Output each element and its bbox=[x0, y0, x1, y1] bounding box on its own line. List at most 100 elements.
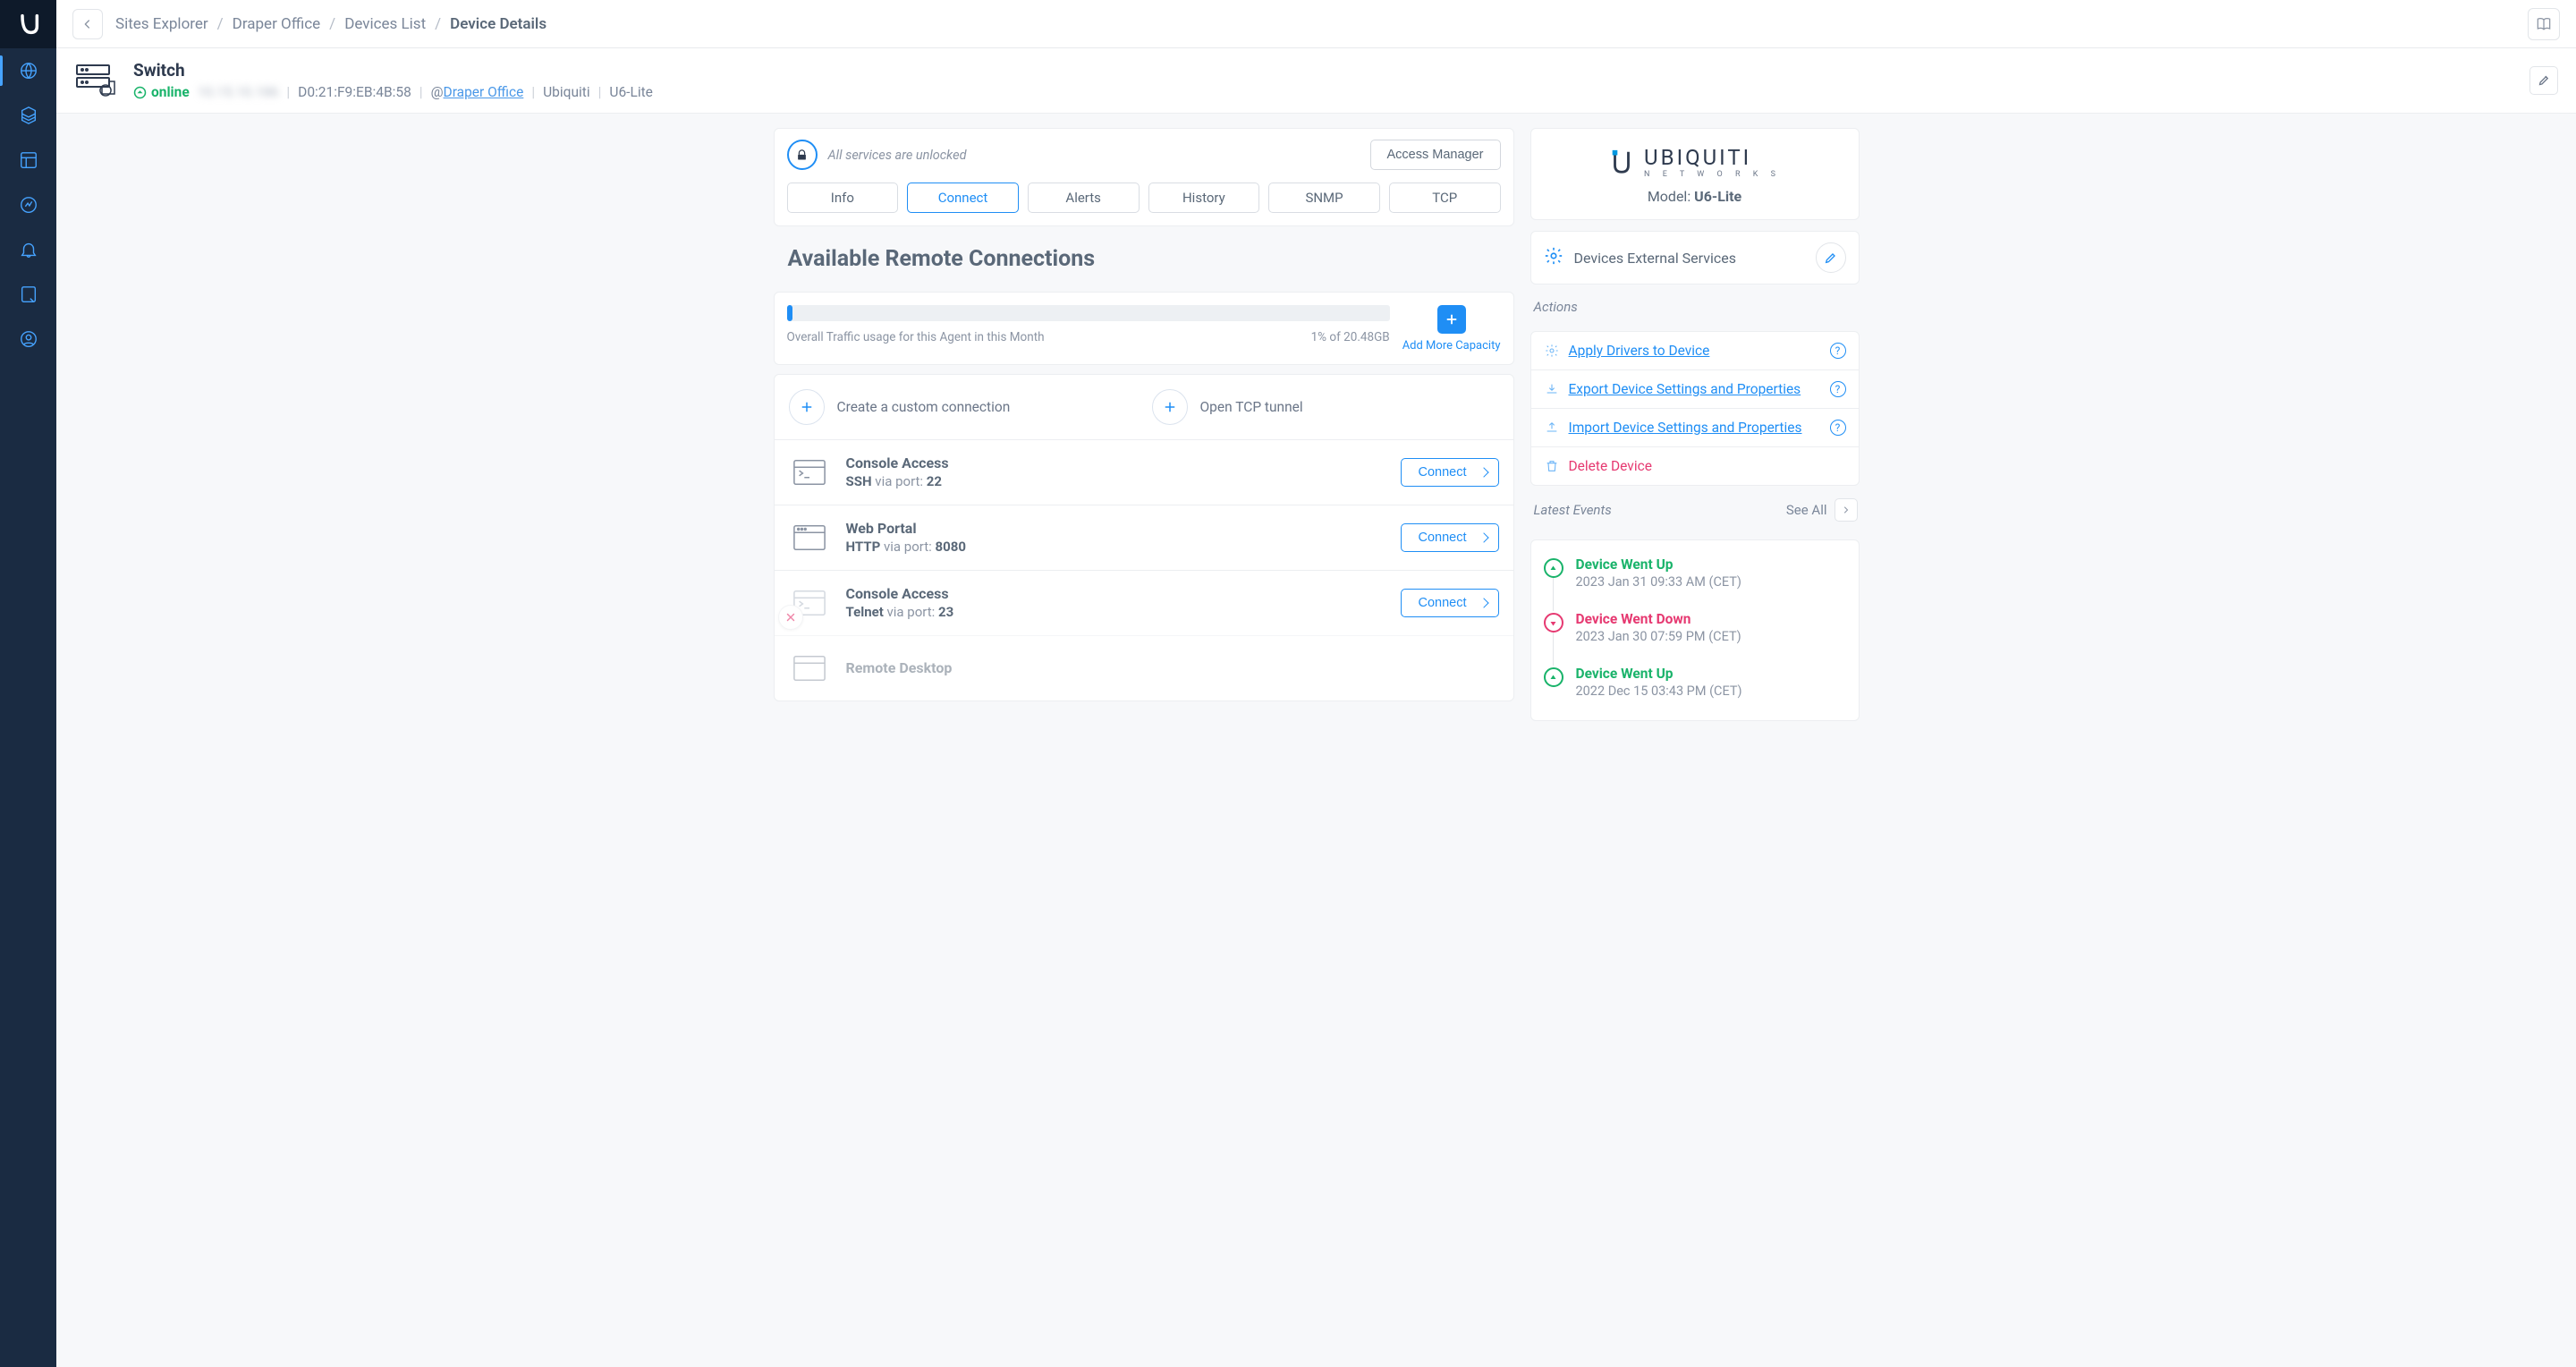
tab-info[interactable]: Info bbox=[787, 183, 899, 213]
breadcrumb-current: Device Details bbox=[450, 15, 547, 33]
tab-alerts[interactable]: Alerts bbox=[1028, 183, 1140, 213]
event-title: Device Went Up bbox=[1576, 556, 1741, 573]
action-label: Delete Device bbox=[1569, 458, 1652, 474]
vendor-name: UBIQUITI bbox=[1644, 145, 1781, 170]
see-all-label: See All bbox=[1786, 502, 1827, 518]
see-all-events[interactable]: See All bbox=[1786, 498, 1858, 522]
breadcrumb: Sites Explorer / Draper Office / Devices… bbox=[115, 15, 547, 33]
event-item[interactable]: Device Went Up 2023 Jan 31 09:33 AM (CET… bbox=[1544, 551, 1846, 606]
terminal-icon bbox=[789, 454, 830, 490]
back-button[interactable] bbox=[72, 9, 103, 39]
trash-icon bbox=[1544, 458, 1560, 474]
action-label: Apply Drivers to Device bbox=[1569, 343, 1710, 359]
add-capacity-label[interactable]: Add More Capacity bbox=[1402, 339, 1501, 353]
sidebar-nav-alerts[interactable] bbox=[0, 227, 56, 272]
connection-title: Remote Desktop bbox=[846, 659, 953, 676]
event-item[interactable]: Device Went Down 2023 Jan 30 07:59 PM (C… bbox=[1544, 606, 1846, 660]
access-manager-button[interactable]: Access Manager bbox=[1370, 140, 1501, 170]
sidebar-nav-inventory[interactable] bbox=[0, 93, 56, 138]
device-site[interactable]: @Draper Office bbox=[431, 84, 524, 100]
sidebar-nav-account[interactable] bbox=[0, 317, 56, 361]
custom-connections-card: Create a custom connection Open TCP tunn… bbox=[774, 374, 1514, 701]
app-logo[interactable] bbox=[0, 0, 56, 48]
connection-via: via port: bbox=[875, 473, 923, 489]
action-label: Export Device Settings and Properties bbox=[1569, 381, 1801, 397]
add-capacity-button[interactable] bbox=[1437, 305, 1466, 334]
traffic-bar-fill bbox=[787, 305, 793, 321]
external-services-label: Devices External Services bbox=[1574, 250, 1736, 267]
connect-button[interactable]: Connect bbox=[1401, 458, 1499, 487]
help-icon[interactable]: ? bbox=[1830, 381, 1846, 397]
tab-tcp[interactable]: TCP bbox=[1389, 183, 1501, 213]
tab-snmp[interactable]: SNMP bbox=[1268, 183, 1380, 213]
breadcrumb-item[interactable]: Sites Explorer bbox=[115, 15, 208, 33]
sidebar-nav-explorer[interactable] bbox=[0, 48, 56, 93]
arrow-up-icon bbox=[1544, 558, 1563, 578]
sidebar-nav-dashboard[interactable] bbox=[0, 138, 56, 183]
vendor-logo: UBIQUITI N E T W O R K S bbox=[1542, 145, 1848, 179]
browser-icon bbox=[789, 520, 830, 556]
connection-port: 8080 bbox=[936, 539, 966, 555]
device-ip-blurred: 10.15.10.186 bbox=[198, 84, 279, 100]
terminal-icon bbox=[789, 585, 830, 621]
create-custom-connection[interactable]: Create a custom connection bbox=[789, 389, 1136, 425]
browser-icon bbox=[789, 650, 830, 686]
event-time: 2023 Jan 31 09:33 AM (CET) bbox=[1576, 574, 1741, 590]
actions-heading: Actions bbox=[1530, 295, 1860, 320]
gear-icon bbox=[1544, 246, 1563, 269]
event-time: 2023 Jan 30 07:59 PM (CET) bbox=[1576, 629, 1741, 644]
arrow-up-icon bbox=[1544, 667, 1563, 687]
lock-icon bbox=[787, 140, 818, 170]
tab-connect[interactable]: Connect bbox=[907, 183, 1019, 213]
help-icon[interactable]: ? bbox=[1830, 343, 1846, 359]
breadcrumb-item[interactable]: Draper Office bbox=[233, 15, 321, 33]
vendor-card: UBIQUITI N E T W O R K S Model: U6-Lite bbox=[1530, 128, 1860, 220]
plus-icon bbox=[1152, 389, 1188, 425]
connect-button[interactable]: Connect bbox=[1401, 523, 1499, 552]
section-title: Available Remote Connections bbox=[774, 226, 1514, 292]
traffic-card: Overall Traffic usage for this Agent in … bbox=[774, 292, 1514, 365]
open-tcp-label: Open TCP tunnel bbox=[1200, 399, 1303, 415]
docs-button[interactable] bbox=[2528, 8, 2560, 40]
upload-icon bbox=[1544, 420, 1560, 436]
download-icon bbox=[1544, 381, 1560, 397]
action-delete-device[interactable]: Delete Device bbox=[1531, 447, 1859, 485]
connection-via: via port: bbox=[884, 539, 932, 555]
edit-device-button[interactable] bbox=[2529, 66, 2558, 95]
open-tcp-tunnel[interactable]: Open TCP tunnel bbox=[1152, 389, 1499, 425]
traffic-bar bbox=[787, 305, 1390, 321]
event-title: Device Went Down bbox=[1576, 611, 1741, 627]
events-heading: Latest Events bbox=[1534, 502, 1612, 518]
connection-proto: HTTP bbox=[846, 539, 881, 555]
topbar: Sites Explorer / Draper Office / Devices… bbox=[56, 0, 2576, 48]
action-import-settings[interactable]: Import Device Settings and Properties ? bbox=[1531, 409, 1859, 447]
external-services-row: Devices External Services bbox=[1530, 231, 1860, 284]
connect-button[interactable]: Connect bbox=[1401, 589, 1499, 617]
sidebar-nav-monitoring[interactable] bbox=[0, 183, 56, 227]
connection-proto: Telnet bbox=[846, 604, 884, 620]
breadcrumb-item[interactable]: Devices List bbox=[344, 15, 426, 33]
breadcrumb-sep: / bbox=[435, 15, 441, 33]
breadcrumb-sep: / bbox=[329, 15, 335, 33]
tab-history[interactable]: History bbox=[1148, 183, 1260, 213]
connection-title: Web Portal bbox=[846, 520, 966, 537]
breadcrumb-sep: / bbox=[217, 15, 224, 33]
traffic-label: Overall Traffic usage for this Agent in … bbox=[787, 330, 1045, 344]
connection-item: Console Access Telnet via port: 23 Conne… bbox=[775, 570, 1513, 635]
events-card: Device Went Up 2023 Jan 31 09:33 AM (CET… bbox=[1530, 539, 1860, 721]
connection-port: 23 bbox=[938, 604, 953, 620]
device-status-label: online bbox=[151, 84, 190, 100]
help-icon[interactable]: ? bbox=[1830, 420, 1846, 436]
edit-external-services-button[interactable] bbox=[1816, 242, 1846, 273]
event-time: 2022 Dec 15 03:43 PM (CET) bbox=[1576, 684, 1742, 699]
device-name: Switch bbox=[133, 60, 653, 81]
action-export-settings[interactable]: Export Device Settings and Properties ? bbox=[1531, 370, 1859, 409]
model-label: Model: bbox=[1648, 188, 1690, 205]
event-item[interactable]: Device Went Up 2022 Dec 15 03:43 PM (CET… bbox=[1544, 660, 1846, 715]
action-apply-drivers[interactable]: Apply Drivers to Device ? bbox=[1531, 332, 1859, 370]
vendor-subname: N E T W O R K S bbox=[1644, 170, 1781, 179]
sidebar-nav-reports[interactable] bbox=[0, 272, 56, 317]
device-meta: online 10.15.10.186 | D0:21:F9:EB:4B:58 … bbox=[133, 84, 653, 100]
chevron-right-icon bbox=[1835, 498, 1858, 522]
connection-via: via port: bbox=[887, 604, 936, 620]
